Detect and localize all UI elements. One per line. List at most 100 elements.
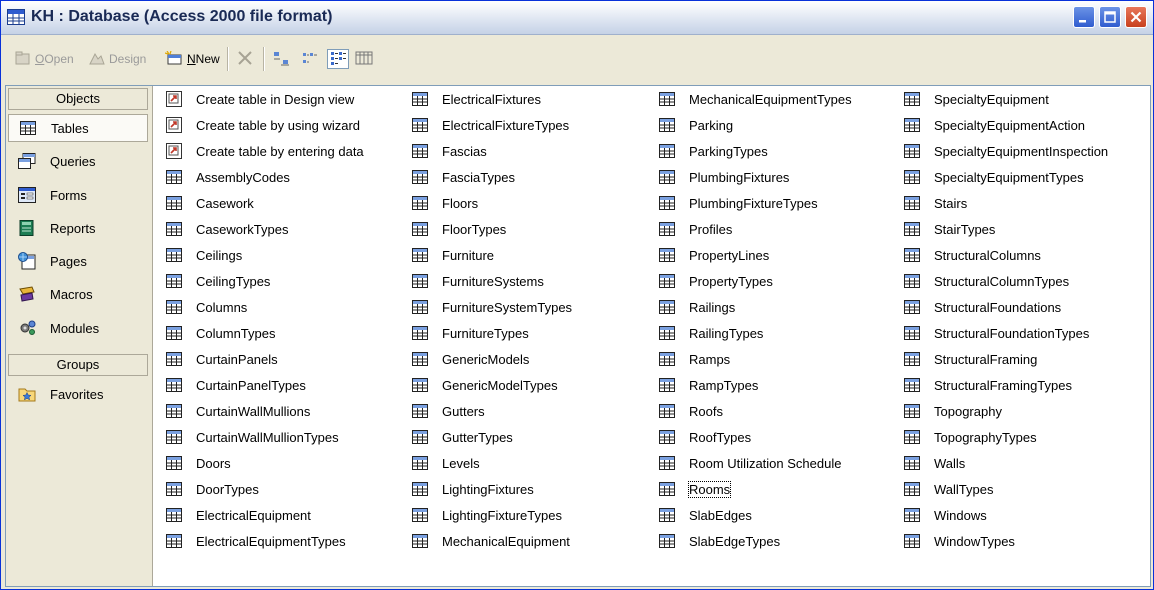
table-item[interactable]: Furniture — [412, 245, 494, 265]
table-item[interactable]: Casework — [166, 193, 254, 213]
create-table-shortcut[interactable]: Create table by using wizard — [166, 115, 360, 135]
table-item[interactable]: Ramps — [659, 349, 730, 369]
large-icons-button[interactable] — [273, 49, 291, 69]
table-item[interactable]: StructuralFraming — [904, 349, 1037, 369]
table-item[interactable]: LightingFixtures — [412, 479, 534, 499]
small-icons-button[interactable] — [301, 49, 319, 69]
title-bar[interactable]: KH : Database (Access 2000 file format) — [1, 1, 1153, 35]
table-item[interactable]: ColumnTypes — [166, 323, 275, 343]
table-item[interactable]: Gutters — [412, 401, 485, 421]
table-item[interactable]: ElectricalEquipmentTypes — [166, 531, 346, 551]
table-item[interactable]: CurtainWallMullionTypes — [166, 427, 339, 447]
table-item[interactable]: AssemblyCodes — [166, 167, 290, 187]
objects-header[interactable]: Objects — [8, 88, 148, 110]
table-item[interactable]: SpecialtyEquipment — [904, 89, 1049, 109]
table-item[interactable]: SlabEdges — [659, 505, 752, 525]
table-item[interactable]: PlumbingFixtures — [659, 167, 789, 187]
table-item[interactable]: SpecialtyEquipmentAction — [904, 115, 1085, 135]
table-item[interactable]: ParkingTypes — [659, 141, 768, 161]
list-view-button[interactable] — [327, 49, 349, 69]
table-item[interactable]: WindowTypes — [904, 531, 1015, 551]
table-item[interactable]: StairTypes — [904, 219, 995, 239]
item-label: StructuralColumnTypes — [934, 273, 1070, 289]
table-item[interactable]: WallTypes — [904, 479, 993, 499]
objects-bar-item-forms[interactable]: Forms — [8, 181, 148, 209]
table-item[interactable]: GenericModelTypes — [412, 375, 558, 395]
table-item[interactable]: SpecialtyEquipmentTypes — [904, 167, 1084, 187]
objects-bar-item-tables[interactable]: Tables — [8, 114, 148, 142]
table-item[interactable]: CurtainPanels — [166, 349, 278, 369]
objects-bar-item-queries[interactable]: Queries — [8, 147, 148, 175]
table-item[interactable]: PropertyLines — [659, 245, 769, 265]
table-item[interactable]: StructuralFramingTypes — [904, 375, 1072, 395]
table-item[interactable]: Topography — [904, 401, 1002, 421]
create-table-shortcut[interactable]: Create table by entering data — [166, 141, 364, 161]
details-view-button[interactable] — [355, 49, 373, 69]
table-item[interactable]: ElectricalEquipment — [166, 505, 311, 525]
table-item[interactable]: PlumbingFixtureTypes — [659, 193, 818, 213]
objects-bar-item-label: Forms — [50, 187, 87, 203]
table-item[interactable]: Walls — [904, 453, 965, 473]
table-item[interactable]: Parking — [659, 115, 733, 135]
table-item[interactable]: Roofs — [659, 401, 723, 421]
table-item[interactable]: DoorTypes — [166, 479, 259, 499]
table-item[interactable]: CurtainPanelTypes — [166, 375, 306, 395]
table-item[interactable]: SpecialtyEquipmentInspection — [904, 141, 1108, 161]
table-item[interactable]: RoofTypes — [659, 427, 751, 447]
table-item[interactable]: Stairs — [904, 193, 967, 213]
table-item[interactable]: FurnitureSystems — [412, 271, 544, 291]
table-item[interactable]: StructuralColumnTypes — [904, 271, 1069, 291]
item-label: ColumnTypes — [196, 325, 276, 341]
table-item[interactable]: Columns — [166, 297, 247, 317]
table-item[interactable]: CaseworkTypes — [166, 219, 288, 239]
item-label: StairTypes — [934, 221, 996, 237]
table-item[interactable]: MechanicalEquipment — [412, 531, 570, 551]
table-item[interactable]: ElectricalFixtures — [412, 89, 541, 109]
table-icon — [412, 377, 428, 393]
table-item[interactable]: StructuralColumns — [904, 245, 1041, 265]
table-item[interactable]: Fascias — [412, 141, 487, 161]
table-item[interactable]: CurtainWallMullions — [166, 401, 310, 421]
table-item[interactable]: FloorTypes — [412, 219, 506, 239]
close-button[interactable] — [1125, 6, 1147, 28]
table-item[interactable]: FasciaTypes — [412, 167, 515, 187]
objects-bar-item-pages[interactable]: Pages — [8, 247, 148, 275]
table-item[interactable]: Windows — [904, 505, 987, 525]
objects-bar-item-macros[interactable]: Macros — [8, 280, 148, 308]
table-item[interactable]: RailingTypes — [659, 323, 763, 343]
item-label: CurtainPanels — [196, 351, 278, 367]
create-table-shortcut[interactable]: Create table in Design view — [166, 89, 354, 109]
table-item[interactable]: Levels — [412, 453, 480, 473]
groups-header[interactable]: Groups — [8, 354, 148, 376]
table-item[interactable]: LightingFixtureTypes — [412, 505, 562, 525]
groups-item-favorites[interactable]: Favorites — [8, 380, 148, 408]
objects-bar-item-modules[interactable]: Modules — [8, 314, 148, 342]
table-item[interactable]: Ceilings — [166, 245, 242, 265]
table-item[interactable]: RampTypes — [659, 375, 758, 395]
minimize-button[interactable] — [1073, 6, 1095, 28]
table-item[interactable]: GenericModels — [412, 349, 529, 369]
table-item[interactable]: ElectricalFixtureTypes — [412, 115, 569, 135]
table-item[interactable]: Floors — [412, 193, 478, 213]
delete-button[interactable] — [237, 49, 253, 69]
table-item[interactable]: FurnitureTypes — [412, 323, 529, 343]
table-item[interactable]: StructuralFoundationTypes — [904, 323, 1089, 343]
table-item[interactable]: Profiles — [659, 219, 732, 239]
table-item[interactable]: PropertyTypes — [659, 271, 773, 291]
table-item[interactable]: Rooms — [659, 479, 732, 499]
table-item[interactable]: GutterTypes — [412, 427, 513, 447]
table-item[interactable]: StructuralFoundations — [904, 297, 1061, 317]
maximize-button[interactable] — [1099, 6, 1121, 28]
table-item[interactable]: SlabEdgeTypes — [659, 531, 780, 551]
new-button[interactable]: N New — [164, 49, 220, 69]
objects-bar-item-reports[interactable]: Reports — [8, 214, 148, 242]
table-item[interactable]: MechanicalEquipmentTypes — [659, 89, 852, 109]
table-item[interactable]: Railings — [659, 297, 735, 317]
open-button[interactable]: O Open — [15, 49, 74, 69]
table-item[interactable]: CeilingTypes — [166, 271, 270, 291]
design-button[interactable]: Design — [89, 49, 146, 69]
table-item[interactable]: FurnitureSystemTypes — [412, 297, 572, 317]
table-item[interactable]: TopographyTypes — [904, 427, 1037, 447]
table-item[interactable]: Room Utilization Schedule — [659, 453, 841, 473]
table-item[interactable]: Doors — [166, 453, 231, 473]
